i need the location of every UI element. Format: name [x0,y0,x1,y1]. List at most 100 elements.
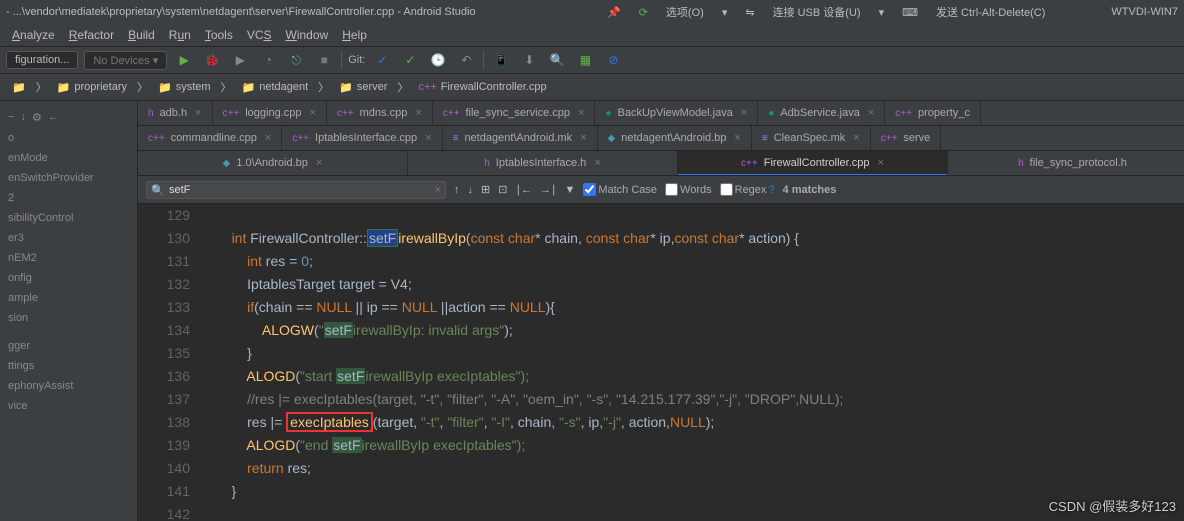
close-icon[interactable]: × [853,132,859,144]
match-case-toggle[interactable]: Match Case [583,183,657,196]
pin-icon[interactable]: 📌 [607,6,621,19]
tab-netdagent-Android-bp[interactable]: ◆netdagent\Android.bp× [598,126,752,150]
close-icon[interactable]: × [415,107,421,119]
options-label[interactable]: 选项(O) [666,4,704,20]
crumb-netdagent[interactable]: 📁 netdagent [236,79,315,96]
close-icon[interactable]: × [265,132,271,144]
tab-serve[interactable]: c++serve [871,126,942,150]
code-text[interactable]: int FirewallController::setFirewallByIp(… [204,204,1184,521]
crumb-file[interactable]: c++ FirewallController.cpp [412,79,552,95]
close-icon[interactable]: × [868,107,874,119]
tab-logging-cpp[interactable]: c++logging.cpp× [213,101,327,125]
debug-icon[interactable]: 🐞 [201,49,223,71]
close-icon[interactable]: × [878,157,884,169]
run-config-selector[interactable]: figuration... [6,51,78,69]
tab-mdns-cpp[interactable]: c++mdns.cpp× [327,101,433,125]
next-match-icon[interactable]: ↓ [468,184,474,196]
add-selection-icon[interactable]: ⊞ [481,183,490,196]
tab-property_c[interactable]: c++property_c [885,101,981,125]
crumb-root[interactable]: 📁 [6,79,32,96]
tab-file_sync_service-cpp[interactable]: c++file_sync_service.cpp× [433,101,596,125]
sidebar-item[interactable]: ttings [0,356,137,376]
crumb-server[interactable]: 📁 server [333,79,393,96]
sidebar-item[interactable]: 2 [0,188,137,208]
layout-icon[interactable]: ▦ [574,49,596,71]
sidebar-item[interactable]: ephonyAssist [0,376,137,396]
git-history-icon[interactable]: 🕒 [427,49,449,71]
sidebar-item[interactable]: sion [0,308,137,328]
filter-icon[interactable]: ▼ [564,184,575,196]
menu-refactor[interactable]: Refactor [63,26,120,44]
menu-run[interactable]: Run [163,26,197,44]
sidebar-item[interactable]: vice [0,396,137,416]
words-toggle[interactable]: Words [665,183,712,196]
menu-help[interactable]: Help [336,26,373,44]
devices-selector[interactable]: No Devices ▾ [84,51,167,70]
usb-label[interactable]: 连接 USB 设备(U) [773,4,861,20]
tool-minus[interactable]: − [8,111,14,124]
sidebar-item[interactable]: gger [0,336,137,356]
sidebar-item[interactable]: enMode [0,148,137,168]
clear-icon[interactable]: × [435,184,441,196]
tab-IptablesInterface-cpp[interactable]: c++IptablesInterface.cpp× [282,126,442,150]
sidebar-item[interactable]: o [0,128,137,148]
sidebar-item[interactable]: er3 [0,228,137,248]
close-icon[interactable]: × [195,107,201,119]
sidebar-item[interactable]: sibilityControl [0,208,137,228]
select-all-icon[interactable]: ⊡ [498,183,507,196]
sidebar-item[interactable]: enSwitchProvider [0,168,137,188]
menu-window[interactable]: Window [280,26,335,44]
usb-icon[interactable]: ⇋ [745,6,754,19]
sidebar-item[interactable] [0,328,137,336]
tool-down[interactable]: ↓ [20,111,26,124]
attach-icon[interactable]: ⎋ [285,49,307,71]
avd-icon[interactable]: 📱 [490,49,512,71]
close-icon[interactable]: × [425,132,431,144]
tab-FirewallController-cpp[interactable]: c++FirewallController.cpp× [678,151,948,175]
menu-vcs[interactable]: VCS [241,26,278,44]
git-update-icon[interactable]: ✓ [371,49,393,71]
sdk-icon[interactable]: ⬇ [518,49,540,71]
block-icon[interactable]: ⊘ [602,49,624,71]
tab-file_sync_protocol-h[interactable]: hfile_sync_protocol.h [948,151,1184,175]
regex-toggle[interactable]: Regex ? [720,183,775,196]
close-icon[interactable]: × [734,132,740,144]
menu-build[interactable]: Build [122,26,161,44]
git-commit-icon[interactable]: ✓ [399,49,421,71]
sidebar-item[interactable]: ample [0,288,137,308]
close-icon[interactable]: × [578,107,584,119]
close-icon[interactable]: × [580,132,586,144]
prev-match-icon[interactable]: ↑ [454,184,460,196]
tab-1-0-Android-bp[interactable]: ◆1.0\Android.bp× [138,151,408,175]
close-icon[interactable]: × [594,157,600,169]
tool-gear-icon[interactable]: ⚙ [32,111,42,124]
crumb-system[interactable]: 📁 system [152,79,217,96]
tool-hide[interactable]: ← [48,111,59,124]
crumb-proprietary[interactable]: 📁 proprietary [51,79,133,96]
tab-AdbService-java[interactable]: ●AdbService.java× [758,101,885,125]
sidebar-item[interactable]: onfig [0,268,137,288]
tab-BackUpViewModel-java[interactable]: ●BackUpViewModel.java× [595,101,758,125]
coverage-icon[interactable]: ▶ [229,49,251,71]
close-icon[interactable]: × [741,107,747,119]
run-icon[interactable]: ▶ [173,49,195,71]
find-opt1[interactable]: ∣← [515,183,532,196]
menu-tools[interactable]: Tools [199,26,239,44]
close-icon[interactable]: × [310,107,316,119]
tab-adb-h[interactable]: hadb.h× [138,101,213,125]
find-opt2[interactable]: →∣ [540,183,557,196]
code-editor[interactable]: 129 130 131 132 133 134 135 136 137 138 … [138,204,1184,521]
close-icon[interactable]: × [316,157,322,169]
stop-icon[interactable]: ■ [313,49,335,71]
keyboard-icon[interactable]: ⌨ [902,6,918,19]
sidebar-item[interactable]: nEM2 [0,248,137,268]
fit-icon[interactable]: ⟳ [639,6,648,19]
menu-analyze[interactable]: Analyze [6,26,61,44]
tab-CleanSpec-mk[interactable]: ≡CleanSpec.mk× [752,126,871,150]
tab-IptablesInterface-h[interactable]: hIptablesInterface.h× [408,151,678,175]
search-input[interactable]: 🔍 setF × [146,181,446,199]
cad-label[interactable]: 发送 Ctrl-Alt-Delete(C) [936,4,1045,20]
resource-icon[interactable]: 🔍 [546,49,568,71]
git-rollback-icon[interactable]: ↶ [455,49,477,71]
tab-commandline-cpp[interactable]: c++commandline.cpp× [138,126,282,150]
